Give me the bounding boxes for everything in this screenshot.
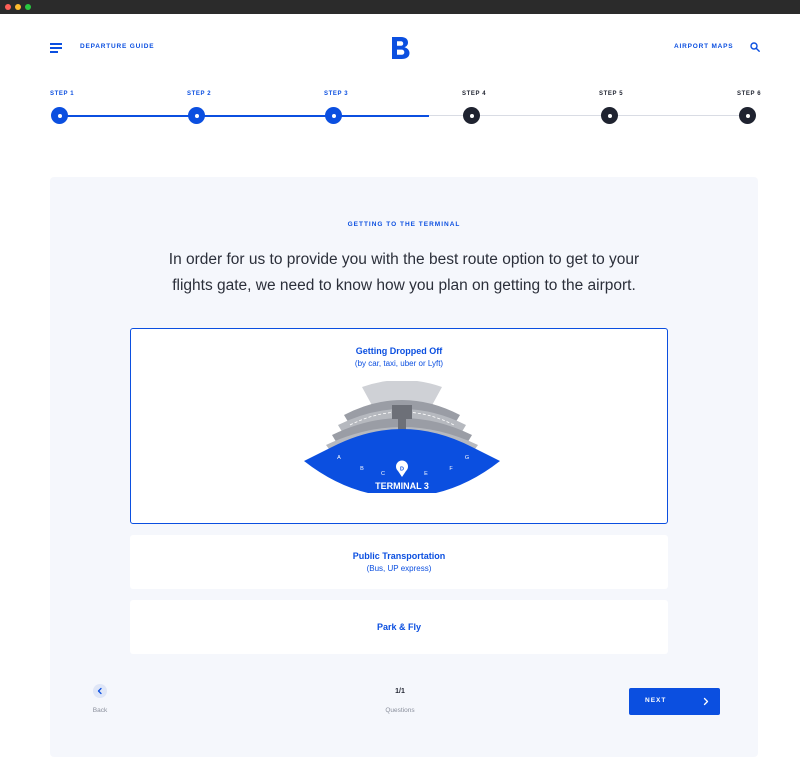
window-titlebar <box>0 0 800 14</box>
step-5-label: STEP 5 <box>599 91 624 97</box>
terminal-label: TERMINAL 3 <box>375 481 429 491</box>
step-1-marker[interactable] <box>51 107 68 124</box>
minimize-window-icon[interactable] <box>15 4 21 10</box>
stepper-progress-line <box>59 115 429 117</box>
option-title: Public Transportation <box>352 551 446 561</box>
question-counter-label: Questions <box>385 707 415 714</box>
option-title: Getting Dropped Off <box>355 346 443 356</box>
next-button[interactable]: NEXT <box>629 688 720 715</box>
gate-d-label: D <box>400 467 404 473</box>
next-button-label: NEXT <box>645 697 667 704</box>
back-button[interactable] <box>93 684 107 698</box>
terminal-3-map: A B C E F G D TERMINAL 3 <box>304 381 500 493</box>
question-panel: GETTING TO THE TERMINAL In order for us … <box>50 177 758 757</box>
chevron-left-icon <box>97 687 102 695</box>
step-6-label: STEP 6 <box>737 91 762 97</box>
gate-c-label: C <box>381 471 385 477</box>
gate-e-label: E <box>424 471 428 477</box>
step-2-marker[interactable] <box>188 107 205 124</box>
option-subtitle: (by car, taxi, uber or Lyft) <box>354 359 444 368</box>
back-label: Back <box>92 707 108 714</box>
step-6-marker[interactable] <box>739 107 756 124</box>
close-window-icon[interactable] <box>5 4 11 10</box>
option-title: Park & Fly <box>376 622 422 632</box>
option-park-and-fly[interactable]: Park & Fly <box>130 600 668 654</box>
question-text: In order for us to provide you with the … <box>168 251 640 294</box>
option-public-transportation[interactable]: Public Transportation (Bus, UP express) <box>130 535 668 589</box>
question-counter: 1/1 <box>395 688 405 695</box>
step-3-label: STEP 3 <box>324 91 349 97</box>
option-subtitle: (Bus, UP express) <box>366 564 432 573</box>
progress-stepper: STEP 1 STEP 2 STEP 3 STEP 4 STEP 5 STEP … <box>0 86 800 136</box>
step-2-label: STEP 2 <box>187 91 212 97</box>
gate-g-label: G <box>465 455 469 461</box>
step-5-marker[interactable] <box>601 107 618 124</box>
gate-b-label: B <box>360 466 364 472</box>
search-icon[interactable] <box>750 42 760 52</box>
option-getting-dropped-off[interactable]: Getting Dropped Off (by car, taxi, uber … <box>130 328 668 524</box>
departure-guide-link[interactable]: DEPARTURE GUIDE <box>80 43 154 50</box>
hamburger-menu-icon[interactable] <box>50 43 62 53</box>
step-4-marker[interactable] <box>463 107 480 124</box>
brand-logo[interactable] <box>389 36 411 60</box>
step-1-label: STEP 1 <box>50 91 75 97</box>
step-3-marker[interactable] <box>325 107 342 124</box>
chevron-right-icon <box>703 697 709 706</box>
section-eyebrow: GETTING TO THE TERMINAL <box>347 221 461 228</box>
gate-a-label: A <box>337 455 341 461</box>
maximize-window-icon[interactable] <box>25 4 31 10</box>
site-header: DEPARTURE GUIDE AIRPORT MAPS <box>0 14 800 80</box>
step-4-label: STEP 4 <box>462 91 487 97</box>
airport-maps-link[interactable]: AIRPORT MAPS <box>674 43 733 50</box>
